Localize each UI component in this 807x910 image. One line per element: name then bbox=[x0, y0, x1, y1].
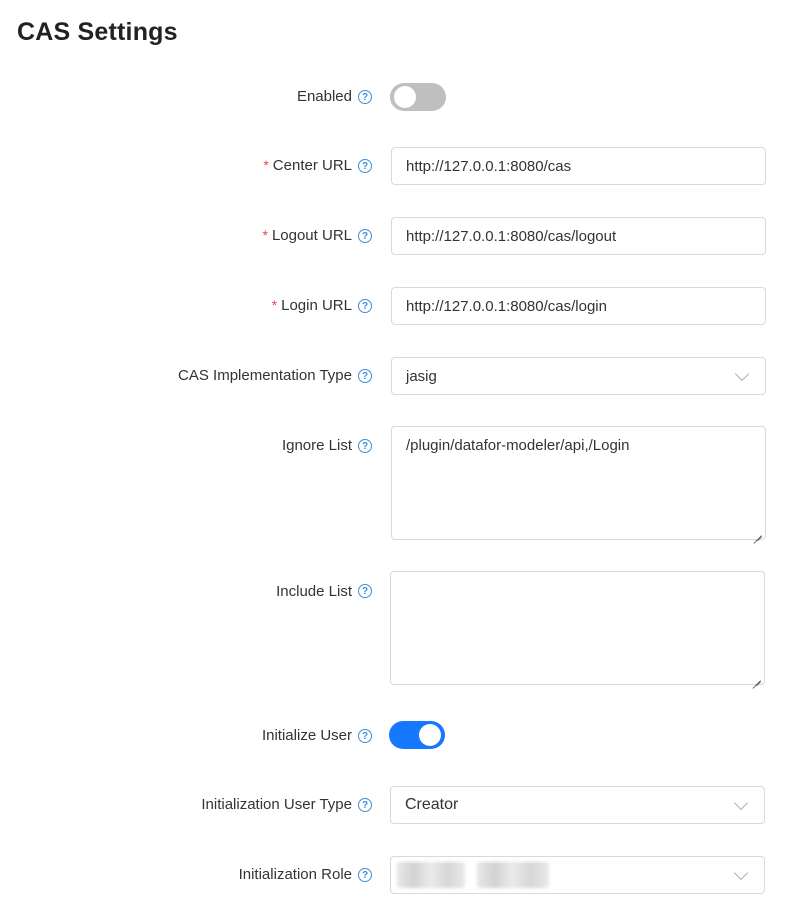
init-role-select[interactable] bbox=[390, 856, 765, 894]
initialize-user-label: Initialize User bbox=[261, 727, 352, 744]
required-mark: * bbox=[263, 157, 269, 173]
help-icon[interactable]: ? bbox=[358, 798, 372, 812]
init-role-label: Initialization Role bbox=[238, 866, 352, 883]
form-row-login-url: * Login URL ? http://127.0.0.1:8080/cas/l… bbox=[0, 287, 807, 325]
include-list-label: Include List bbox=[276, 583, 352, 600]
enabled-label: Enabled bbox=[296, 88, 352, 105]
ignore-list-label: Ignore List bbox=[281, 437, 352, 454]
init-user-type-select[interactable]: Creator bbox=[390, 786, 765, 824]
help-icon[interactable]: ? bbox=[358, 369, 372, 383]
toggle-knob bbox=[419, 724, 441, 746]
form-row-logout-url: * Logout URL ? http://127.0.0.1:8080/cas/… bbox=[0, 217, 807, 255]
ignore-list-textarea[interactable]: /plugin/datafor-modeler/api,/Login bbox=[391, 426, 766, 540]
init-user-type-label: Initialization User Type bbox=[201, 796, 352, 813]
center-url-label-text: Center URL bbox=[272, 157, 352, 174]
required-mark: * bbox=[262, 227, 268, 243]
help-icon[interactable]: ? bbox=[358, 299, 372, 313]
role-tag[interactable] bbox=[477, 862, 550, 888]
page-title: CAS Settings bbox=[17, 18, 178, 46]
include-list-textarea[interactable] bbox=[390, 571, 765, 685]
toggle-knob bbox=[394, 86, 416, 108]
help-icon[interactable]: ? bbox=[358, 229, 372, 243]
center-url-label: * Center URL bbox=[263, 157, 352, 174]
center-url-input[interactable]: http://127.0.0.1:8080/cas bbox=[391, 147, 766, 185]
init-user-type-value: Creator bbox=[405, 796, 459, 813]
logout-url-label-text: Logout URL bbox=[271, 227, 352, 244]
help-icon[interactable]: ? bbox=[358, 439, 372, 453]
form-row-ignore-list: Ignore List ? /plugin/datafor-modeler/ap… bbox=[0, 426, 807, 540]
help-icon[interactable]: ? bbox=[358, 159, 372, 173]
resize-handle-icon[interactable] bbox=[753, 673, 761, 681]
required-mark: * bbox=[271, 297, 278, 313]
form-row-center-url: * Center URL ? http://127.0.0.1:8080/cas bbox=[0, 147, 807, 185]
form-row-init-role: Initialization Role ? bbox=[0, 856, 807, 894]
impl-type-value: jasig bbox=[406, 367, 437, 385]
login-url-label: * Login URL bbox=[272, 297, 352, 314]
help-icon[interactable]: ? bbox=[358, 90, 372, 104]
form-row-init-user-type: Initialization User Type ? Creator bbox=[0, 786, 807, 824]
enabled-toggle[interactable] bbox=[390, 83, 446, 111]
login-url-input[interactable]: http://127.0.0.1:8080/cas/login bbox=[391, 287, 766, 325]
form-row-initialize-user: Initialize User ? bbox=[0, 721, 807, 749]
initialize-user-toggle[interactable] bbox=[389, 721, 445, 749]
impl-type-select[interactable]: jasig bbox=[391, 357, 766, 395]
form-row-impl-type: CAS Implementation Type ? jasig bbox=[0, 357, 807, 395]
help-icon[interactable]: ? bbox=[358, 868, 372, 882]
form-row-include-list: Include List ? bbox=[0, 571, 807, 685]
logout-url-input[interactable]: http://127.0.0.1:8080/cas/logout bbox=[391, 217, 766, 255]
role-tag[interactable] bbox=[397, 862, 465, 888]
impl-type-label: CAS Implementation Type bbox=[178, 367, 352, 384]
help-icon[interactable]: ? bbox=[358, 584, 372, 598]
form-row-enabled: Enabled ? bbox=[0, 83, 807, 111]
init-role-tags bbox=[397, 862, 736, 888]
login-url-label-text: Login URL bbox=[281, 297, 352, 314]
resize-handle-icon[interactable] bbox=[754, 528, 762, 536]
help-icon[interactable]: ? bbox=[358, 729, 372, 743]
chevron-down-icon bbox=[733, 795, 749, 810]
chevron-down-icon bbox=[733, 865, 749, 880]
chevron-down-icon bbox=[734, 366, 750, 381]
ignore-list-value: /plugin/datafor-modeler/api,/Login bbox=[406, 437, 630, 454]
logout-url-label: * Logout URL bbox=[262, 227, 352, 244]
